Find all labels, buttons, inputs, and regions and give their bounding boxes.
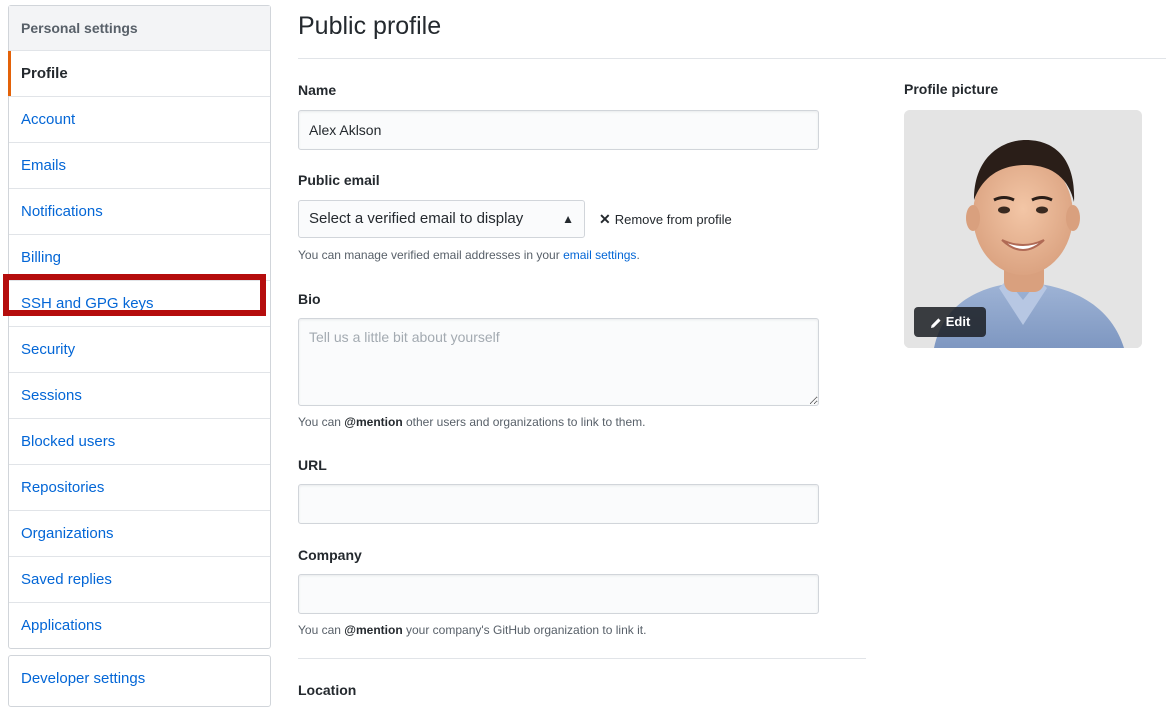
bio-label: Bio: [298, 291, 321, 307]
close-icon: ✕: [599, 211, 611, 227]
public-email-select[interactable]: Select a verified email to display ▲: [298, 200, 585, 238]
email-note-text: You can manage verified email addresses …: [298, 248, 560, 262]
sidebar-heading: Personal settings: [9, 6, 270, 51]
email-note: You can manage verified email addresses …: [298, 248, 640, 262]
name-label: Name: [298, 82, 337, 98]
sidebar-item-ssh-gpg-keys[interactable]: SSH and GPG keys: [9, 281, 270, 327]
email-settings-link[interactable]: email settings: [563, 248, 636, 262]
sidebar-item-repositories[interactable]: Repositories: [9, 465, 270, 511]
sidebar-item-notifications[interactable]: Notifications: [9, 189, 270, 235]
sidebar-item-emails[interactable]: Emails: [9, 143, 270, 189]
sidebar-item-organizations[interactable]: Organizations: [9, 511, 270, 557]
email-note-suffix: .: [636, 248, 640, 262]
company-note-prefix: You can: [298, 623, 341, 637]
edit-label: Edit: [945, 314, 971, 329]
sidebar-item-developer-settings[interactable]: Developer settings: [9, 656, 270, 702]
name-input[interactable]: [298, 110, 819, 150]
developer-sidebar: Developer settings: [8, 655, 271, 707]
remove-from-profile-link[interactable]: ✕ Remove from profile: [599, 211, 732, 228]
bio-note: You can @mention other users and organiz…: [298, 415, 645, 429]
edit-avatar-button[interactable]: Edit: [914, 307, 986, 337]
public-email-label: Public email: [298, 172, 380, 188]
company-input[interactable]: [298, 574, 819, 614]
url-input[interactable]: [298, 484, 819, 524]
bio-note-mention: @mention: [344, 415, 403, 429]
sidebar-item-security[interactable]: Security: [9, 327, 270, 373]
sidebar-item-saved-replies[interactable]: Saved replies: [9, 557, 270, 603]
sidebar-item-profile[interactable]: Profile: [8, 51, 270, 97]
title-divider: [298, 58, 1166, 59]
select-arrows-icon: ▲: [562, 212, 574, 226]
settings-sidebar: Personal settings Profile Account Emails…: [8, 5, 271, 649]
remove-label: Remove from profile: [614, 212, 732, 227]
bio-note-suffix: other users and organizations to link to…: [406, 415, 646, 429]
url-label: URL: [298, 457, 327, 473]
pencil-icon: [930, 317, 941, 328]
company-note-mention: @mention: [344, 623, 403, 637]
sidebar-item-account[interactable]: Account: [9, 97, 270, 143]
sidebar-item-applications[interactable]: Applications: [9, 603, 270, 648]
sidebar-item-sessions[interactable]: Sessions: [9, 373, 270, 419]
sidebar-item-billing[interactable]: Billing: [9, 235, 270, 281]
sidebar-item-blocked-users[interactable]: Blocked users: [9, 419, 270, 465]
bio-textarea[interactable]: [298, 318, 819, 406]
page-title: Public profile: [298, 12, 442, 40]
company-label: Company: [298, 547, 362, 563]
section-divider: [298, 658, 866, 659]
company-note-suffix: your company's GitHub organization to li…: [406, 623, 647, 637]
profile-picture-label: Profile picture: [904, 81, 999, 97]
company-note: You can @mention your company's GitHub o…: [298, 623, 646, 637]
public-email-selected: Select a verified email to display: [309, 210, 524, 227]
location-label: Location: [298, 682, 357, 698]
bio-note-prefix: You can: [298, 415, 341, 429]
